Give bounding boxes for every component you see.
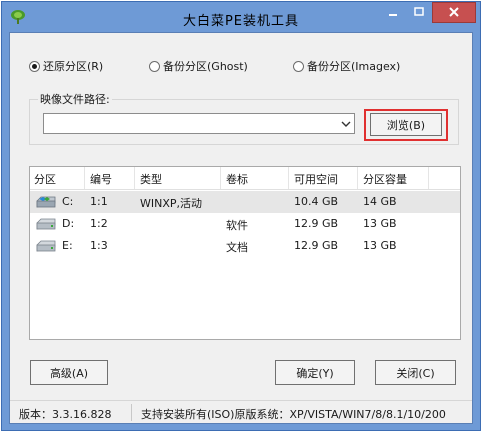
cell-label: 文档 — [226, 241, 248, 254]
column-header[interactable]: 编号 — [90, 171, 112, 187]
client-area: 还原分区(R) 备份分区(Ghost) 备份分区(Imagex) 映像文件路径:… — [9, 32, 473, 424]
cell-label: 软件 — [226, 219, 248, 232]
column-header[interactable]: 分区容量 — [363, 171, 407, 187]
cell-drive: D: — [62, 217, 75, 230]
column-header[interactable]: 卷标 — [226, 171, 248, 187]
column-header[interactable]: 可用空间 — [294, 171, 338, 187]
cell-free: 12.9 GB — [294, 217, 339, 230]
title-bar[interactable]: 大白菜PE装机工具 — [2, 2, 480, 32]
close-window-button[interactable] — [432, 2, 476, 23]
cell-drive: E: — [62, 239, 73, 252]
column-divider — [357, 167, 358, 189]
version-text: 版本：3.3.16.828 — [19, 408, 112, 421]
radio-indicator-on — [29, 60, 40, 72]
app-window: 大白菜PE装机工具 还原分区(R) 备份分区(Ghost) 备份分区(Image… — [1, 1, 481, 431]
table-header: 分区 编号 类型 卷标 可用空间 分区容量 — [30, 167, 460, 190]
support-info-text: 支持安装所有(ISO)原版系统：XP/VISTA/WIN7/8/8.1/10/2… — [141, 408, 446, 421]
column-divider — [84, 167, 85, 189]
radio-label: 还原分区(R) — [43, 60, 104, 73]
partition-table[interactable]: 分区 编号 类型 卷标 可用空间 分区容量 C: 1:1 WINXP,活动 10… — [29, 166, 461, 340]
column-divider — [220, 167, 221, 189]
cell-drive: C: — [62, 195, 74, 208]
table-row[interactable]: D: 1:2 软件 12.9 GB 13 GB — [30, 213, 460, 235]
close-icon — [449, 7, 459, 17]
table-row[interactable]: C: 1:1 WINXP,活动 10.4 GB 14 GB — [30, 191, 460, 213]
cell-number: 1:3 — [90, 239, 108, 252]
column-header[interactable]: 类型 — [140, 171, 162, 187]
radio-backup-imagex[interactable]: 备份分区(Imagex) — [293, 58, 400, 74]
minimize-icon — [389, 14, 397, 16]
radio-restore[interactable]: 还原分区(R) — [29, 58, 103, 74]
column-divider — [288, 167, 289, 189]
cell-type: WINXP,活动 — [140, 197, 203, 210]
image-path-combobox[interactable] — [43, 113, 355, 134]
cell-number: 1:2 — [90, 217, 108, 230]
column-divider — [428, 167, 429, 189]
status-divider — [131, 404, 132, 421]
status-bar: 版本：3.3.16.828 支持安装所有(ISO)原版系统：XP/VISTA/W… — [10, 400, 472, 424]
cell-size: 13 GB — [363, 217, 397, 230]
cell-free: 12.9 GB — [294, 239, 339, 252]
minimize-button[interactable] — [380, 2, 406, 23]
radio-label: 备份分区(Imagex) — [307, 60, 401, 73]
image-path-label: 映像文件路径: — [38, 91, 112, 107]
ok-button[interactable]: 确定(Y) — [275, 360, 355, 385]
radio-backup-ghost[interactable]: 备份分区(Ghost) — [149, 58, 248, 74]
browse-button[interactable]: 浏览(B) — [370, 113, 442, 136]
drive-icon — [36, 240, 56, 252]
maximize-button[interactable] — [406, 2, 432, 23]
radio-indicator-off — [149, 60, 160, 72]
cell-number: 1:1 — [90, 195, 108, 208]
chevron-down-icon[interactable] — [340, 118, 352, 130]
system-drive-icon — [36, 196, 56, 208]
close-button[interactable]: 关闭(C) — [375, 360, 456, 385]
table-row[interactable]: E: 1:3 文档 12.9 GB 13 GB — [30, 235, 460, 257]
maximize-icon — [414, 7, 424, 16]
radio-indicator-off — [293, 60, 304, 72]
drive-icon — [36, 218, 56, 230]
cell-size: 14 GB — [363, 195, 397, 208]
radio-label: 备份分区(Ghost) — [163, 60, 248, 73]
column-divider — [134, 167, 135, 189]
cell-free: 10.4 GB — [294, 195, 339, 208]
cell-size: 13 GB — [363, 239, 397, 252]
column-header[interactable]: 分区 — [34, 171, 56, 187]
advanced-button[interactable]: 高级(A) — [30, 360, 108, 385]
